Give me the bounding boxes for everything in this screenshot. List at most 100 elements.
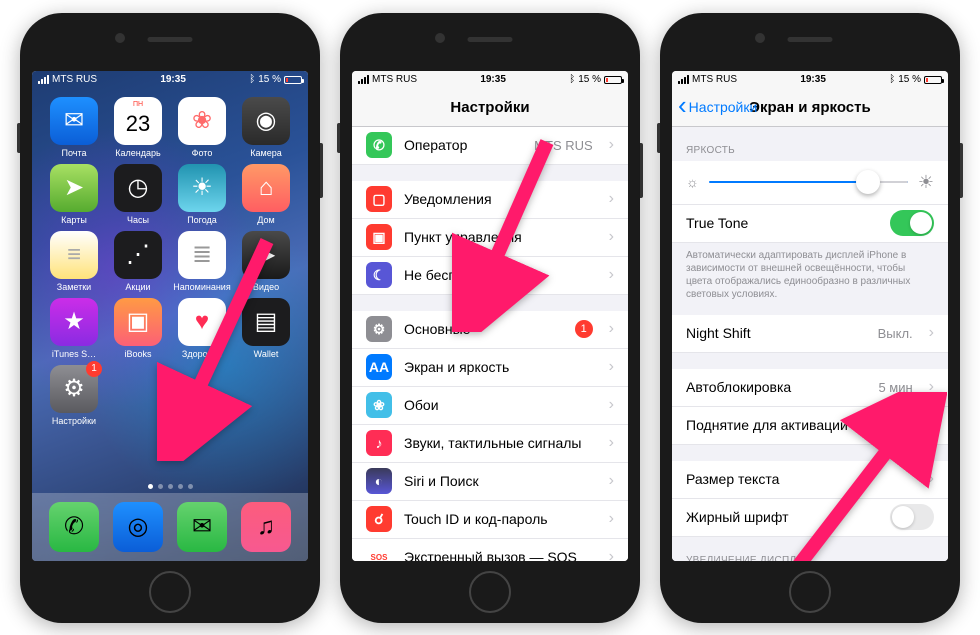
row-Экстренный вызов — SOS[interactable]: SOSЭкстренный вызов — SOS› <box>352 539 628 561</box>
app-Часы[interactable]: ◷Часы <box>108 164 168 225</box>
app-Напоминания[interactable]: ≣Напоминания <box>172 231 232 292</box>
app-iTunes S…[interactable]: ★iTunes S… <box>44 298 104 359</box>
row-Не беспокоить[interactable]: ☾ Не беспокоить › <box>352 257 628 295</box>
battery-icon <box>924 76 942 84</box>
carrier-label: MTS RUS <box>692 74 737 85</box>
status-bar: MTS RUS 19:35 ᛒ15 % <box>352 71 628 89</box>
chevron-icon: › <box>609 358 614 376</box>
chevron-icon: › <box>609 548 614 561</box>
home-button[interactable] <box>789 571 831 613</box>
row-value: MTS RUS <box>534 138 593 153</box>
clock-label: 19:35 <box>160 74 186 85</box>
row-value: Выкл. <box>878 326 913 341</box>
row-icon: ♪ <box>366 430 392 456</box>
chevron-icon: › <box>609 266 614 284</box>
signal-icon <box>678 75 689 84</box>
back-button[interactable]: Настройки <box>678 99 757 115</box>
brightness-slider[interactable] <box>709 181 908 183</box>
app-Акции[interactable]: ⋰Акции <box>108 231 168 292</box>
row-label: Пункт управления <box>404 229 593 245</box>
row-nightshift[interactable]: Night Shift Выкл. › <box>672 315 948 353</box>
chevron-icon: › <box>609 320 614 338</box>
row-label: Touch ID и код-пароль <box>404 511 593 527</box>
battery-pct: 15 % <box>898 74 921 85</box>
truetone-toggle[interactable] <box>890 210 934 236</box>
chevron-icon: › <box>609 510 614 528</box>
row-icon: ▢ <box>366 186 392 212</box>
app-Камера[interactable]: ◉Камера <box>236 97 296 158</box>
row-raise[interactable]: Поднятие для активации <box>672 407 948 445</box>
row-icon: ⚙ <box>366 316 392 342</box>
app-Заметки[interactable]: ≡Заметки <box>44 231 104 292</box>
row-label: True Tone <box>686 215 878 231</box>
row-label: Звуки, тактильные сигналы <box>404 435 593 451</box>
bluetooth-icon: ᛒ <box>249 74 255 85</box>
app-Календарь[interactable]: ПН23Календарь <box>108 97 168 158</box>
row-label: Не беспокоить <box>404 267 593 283</box>
row-icon: SOS <box>366 544 392 561</box>
row-autolock[interactable]: Автоблокировка 5 мин › <box>672 369 948 407</box>
row-icon: ▣ <box>366 224 392 250</box>
status-bar: MTS RUS 19:35 ᛒ15 % <box>672 71 948 89</box>
battery-icon <box>284 76 302 84</box>
row-label: Оператор <box>404 137 522 153</box>
row-Экран и яркость[interactable]: AA Экран и яркость › <box>352 349 628 387</box>
row-label: Основные <box>404 321 563 337</box>
app-Карты[interactable]: ➤Карты <box>44 164 104 225</box>
row-Звуки, тактильные сигналы[interactable]: ♪Звуки, тактильные сигналы› <box>352 425 628 463</box>
signal-icon <box>358 75 369 84</box>
page-dots <box>32 484 308 489</box>
nav-bar: Настройки <box>352 89 628 127</box>
row-icon: ◐ <box>366 468 392 494</box>
bluetooth-icon: ᛒ <box>889 74 895 85</box>
chevron-icon: › <box>609 136 614 154</box>
row-icon: ❀ <box>366 392 392 418</box>
raise-toggle[interactable] <box>890 412 934 438</box>
app-Почта[interactable]: ✉Почта <box>44 97 104 158</box>
row-label: Экран и яркость <box>404 359 593 375</box>
row-truetone[interactable]: True Tone <box>672 205 948 243</box>
row-bold[interactable]: Жирный шрифт <box>672 499 948 537</box>
nav-title: Экран и яркость <box>749 99 870 116</box>
home-button[interactable] <box>469 571 511 613</box>
row-Оператор[interactable]: ✆ОператорMTS RUS› <box>352 127 628 165</box>
dock-app[interactable]: ◎ <box>113 502 163 552</box>
row-Touch ID и код-пароль[interactable]: ☌ Touch ID и код-пароль › <box>352 501 628 539</box>
row-Уведомления[interactable]: ▢Уведомления› <box>352 181 628 219</box>
row-Siri и Поиск[interactable]: ◐Siri и Поиск› <box>352 463 628 501</box>
row-icon: AA <box>366 354 392 380</box>
row-Основные[interactable]: ⚙Основные1› <box>352 311 628 349</box>
row-Обои[interactable]: ❀Обои› <box>352 387 628 425</box>
truetone-footer: Автоматически адаптировать дисплей iPhon… <box>672 243 948 315</box>
app-iBooks[interactable]: ▣iBooks <box>108 298 168 359</box>
row-label: Уведомления <box>404 191 593 207</box>
dock-app[interactable]: ✉ <box>177 502 227 552</box>
dock-app[interactable]: ✆ <box>49 502 99 552</box>
row-textsize[interactable]: Размер текста › <box>672 461 948 499</box>
dock-app[interactable]: ♫ <box>241 502 291 552</box>
app-Настройки[interactable]: ⚙1Настройки <box>44 365 104 426</box>
row-icon: ☾ <box>366 262 392 288</box>
chevron-icon: › <box>929 470 934 488</box>
clock-label: 19:35 <box>480 74 506 85</box>
brightness-slider-row[interactable]: ☼ ☀ <box>672 161 948 205</box>
chevron-icon: › <box>929 324 934 342</box>
app-Фото[interactable]: ❀Фото <box>172 97 232 158</box>
app-Wallet[interactable]: ▤Wallet <box>236 298 296 359</box>
row-icon: ☌ <box>366 506 392 532</box>
app-Здоровье[interactable]: ♥Здоровье <box>172 298 232 359</box>
clock-label: 19:35 <box>800 74 826 85</box>
bold-toggle[interactable] <box>890 504 934 530</box>
chevron-icon: › <box>609 472 614 490</box>
dock: ✆ ◎ ✉ ♫ <box>32 493 308 561</box>
app-Погода[interactable]: ☀Погода <box>172 164 232 225</box>
chevron-icon: › <box>929 378 934 396</box>
battery-icon <box>604 76 622 84</box>
row-Пункт управления[interactable]: ▣ Пункт управления › <box>352 219 628 257</box>
battery-pct: 15 % <box>258 74 281 85</box>
app-Дом[interactable]: ⌂Дом <box>236 164 296 225</box>
home-button[interactable] <box>149 571 191 613</box>
home-screen: MTS RUS 19:35 ᛒ15 % ✉ПочтаПН23Календарь❀… <box>32 71 308 561</box>
app-Видео[interactable]: ▶Видео <box>236 231 296 292</box>
chevron-icon: › <box>609 228 614 246</box>
